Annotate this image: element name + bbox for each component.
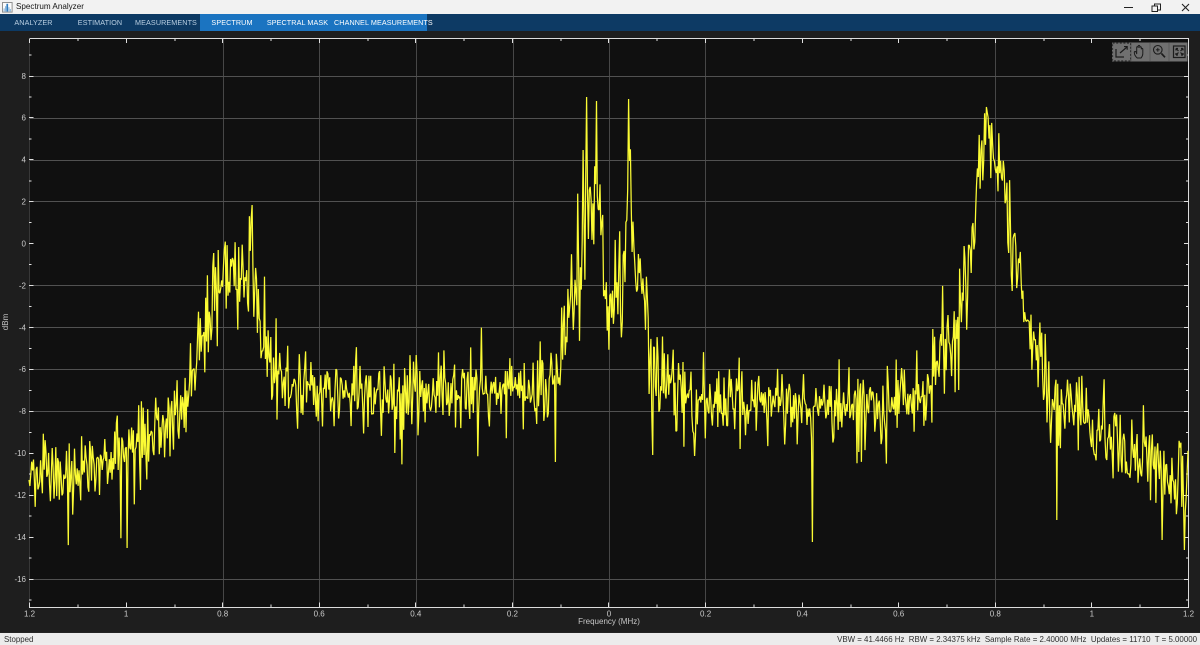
svg-text:1.2: 1.2 [24,610,36,619]
svg-text:0.2: 0.2 [507,610,519,619]
svg-text:0.8: 0.8 [217,610,229,619]
svg-text:0.4: 0.4 [797,610,809,619]
svg-text:-12: -12 [14,491,26,500]
svg-text:2: 2 [22,198,27,207]
svg-text:0.8: 0.8 [990,610,1002,619]
svg-text:8: 8 [22,72,27,81]
svg-text:-10: -10 [14,449,26,458]
svg-text:1.2: 1.2 [1183,610,1195,619]
svg-text:6: 6 [22,114,27,123]
svg-text:0.2: 0.2 [700,610,712,619]
svg-text:1: 1 [124,610,129,619]
svg-text:0.4: 0.4 [410,610,422,619]
svg-text:4: 4 [22,156,27,165]
svg-text:-4: -4 [19,323,27,332]
svg-text:-8: -8 [19,407,27,416]
svg-text:0.6: 0.6 [893,610,905,619]
svg-text:0: 0 [22,240,27,249]
svg-text:-6: -6 [19,365,27,374]
svg-text:-16: -16 [14,575,26,584]
svg-text:0.6: 0.6 [314,610,326,619]
svg-text:-2: -2 [19,281,27,290]
svg-text:Frequency (MHz): Frequency (MHz) [578,617,640,626]
svg-text:-14: -14 [14,533,26,542]
svg-text:1: 1 [1090,610,1095,619]
svg-text:dBm: dBm [1,313,10,330]
